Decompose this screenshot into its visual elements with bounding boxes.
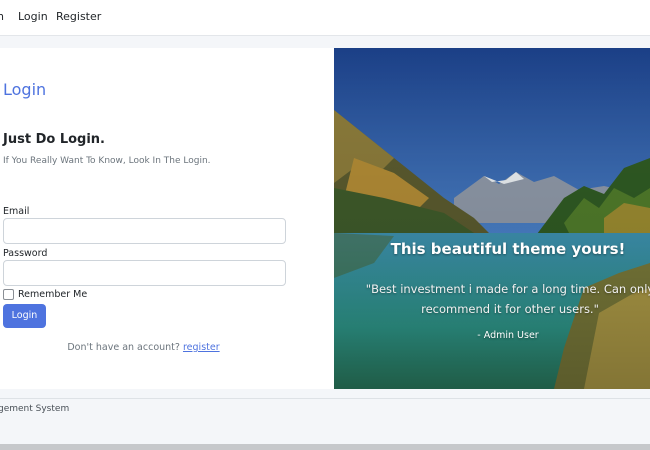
remember-me-checkbox[interactable]	[3, 289, 14, 300]
footer-text: gement System	[0, 404, 70, 414]
hero-panel: This beautiful theme yours! "Best invest…	[334, 48, 650, 389]
login-card-title: Login	[3, 80, 47, 99]
password-label: Password	[3, 248, 48, 259]
login-button[interactable]: Login	[3, 304, 46, 328]
signup-prompt-text: Don't have an account?	[67, 342, 180, 353]
email-label: Email	[3, 206, 30, 217]
login-subheadline: If You Really Want To Know, Look In The …	[3, 156, 211, 166]
top-navbar: n Login Register	[0, 0, 650, 36]
hero-author: - Admin User	[477, 330, 539, 341]
email-field[interactable]	[3, 218, 286, 244]
login-headline: Just Do Login.	[3, 132, 105, 147]
hero-title: This beautiful theme yours!	[390, 240, 626, 258]
register-link[interactable]: register	[183, 342, 220, 353]
nav-link-register[interactable]: Register	[56, 10, 101, 23]
hero-quote: "Best investment i made for a long time.…	[365, 282, 650, 316]
bottom-scroll-strip	[0, 444, 650, 450]
login-card: Login Just Do Login. If You Really Want …	[0, 48, 334, 389]
nav-link-login[interactable]: Login	[18, 10, 48, 23]
page-footer: gement System	[0, 398, 650, 444]
password-field[interactable]	[3, 260, 286, 286]
remember-me-label[interactable]: Remember Me	[18, 289, 87, 300]
brand-name[interactable]: n	[0, 10, 4, 23]
signup-prompt: Don't have an account? register	[0, 342, 287, 353]
